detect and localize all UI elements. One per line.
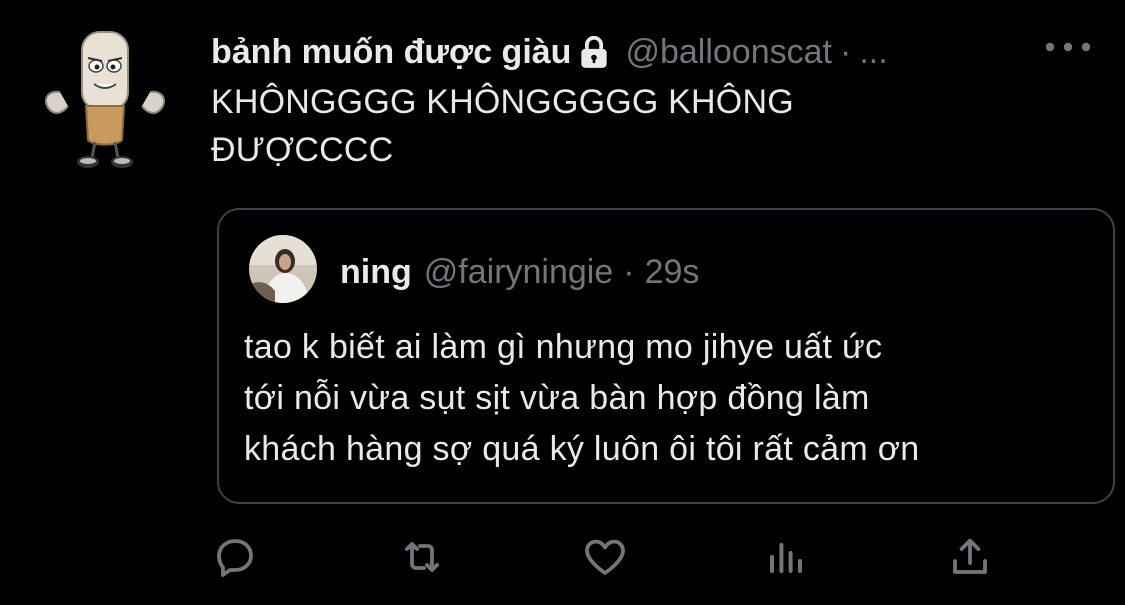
share-button[interactable] xyxy=(940,527,1000,587)
tweet-text-line: ĐƯỢCCCC xyxy=(211,131,394,169)
quoted-text: tao k biết ai làm gì nhưng mo jihye uất … xyxy=(244,322,1104,475)
quoted-text-line: khách hàng sợ quá ký luôn ôi tôi rất cảm… xyxy=(244,430,920,468)
retweet-icon xyxy=(405,542,439,572)
tweet-timestamp[interactable]: ... xyxy=(859,30,887,74)
lock-icon xyxy=(575,33,613,71)
share-icon xyxy=(953,538,987,574)
quoted-display-name[interactable]: ning xyxy=(340,250,412,294)
quoted-tweet-card[interactable]: ning @fairyningie · 29s tao k biết ai là… xyxy=(217,208,1115,504)
heart-icon xyxy=(585,539,625,575)
like-button[interactable] xyxy=(575,527,635,587)
tweet-text: KHÔNGGGG KHÔNGGGGG KHÔNG ĐƯỢCCCC xyxy=(211,78,911,174)
quoted-text-line: tới nỗi vừa sụt sịt vừa bàn hợp đồng làm xyxy=(244,379,870,417)
more-options-button[interactable] xyxy=(1040,34,1096,60)
quoted-handle[interactable]: @fairyningie xyxy=(424,250,614,294)
tweet-header: bảnh muốn được giàu @balloonscat · ... xyxy=(211,30,888,74)
reply-icon xyxy=(217,539,253,577)
quoted-avatar xyxy=(249,235,317,303)
reply-button[interactable] xyxy=(205,527,265,587)
author-handle[interactable]: @balloonscat xyxy=(625,30,832,74)
tweet-action-bar xyxy=(205,527,1005,587)
separator-dot: · xyxy=(623,253,635,291)
author-display-name[interactable]: bảnh muốn được giàu xyxy=(211,30,571,74)
cigarette-cartoon-avatar-icon xyxy=(44,31,166,168)
retweet-button[interactable] xyxy=(392,527,452,587)
separator-dot: · xyxy=(839,33,852,71)
quoted-timestamp[interactable]: 29s xyxy=(645,250,700,294)
quoted-header: ning @fairyningie · 29s xyxy=(340,250,699,294)
analytics-icon xyxy=(770,543,802,573)
quoted-avatar-photo-icon xyxy=(249,235,317,303)
analytics-button[interactable] xyxy=(756,527,816,587)
more-dots-icon xyxy=(1045,42,1091,52)
tweet-text-line: KHÔNGGGG KHÔNGGGGG KHÔNG xyxy=(211,83,794,121)
quoted-text-line: tao k biết ai làm gì nhưng mo jihye uất … xyxy=(244,328,883,366)
author-avatar[interactable] xyxy=(40,22,170,172)
